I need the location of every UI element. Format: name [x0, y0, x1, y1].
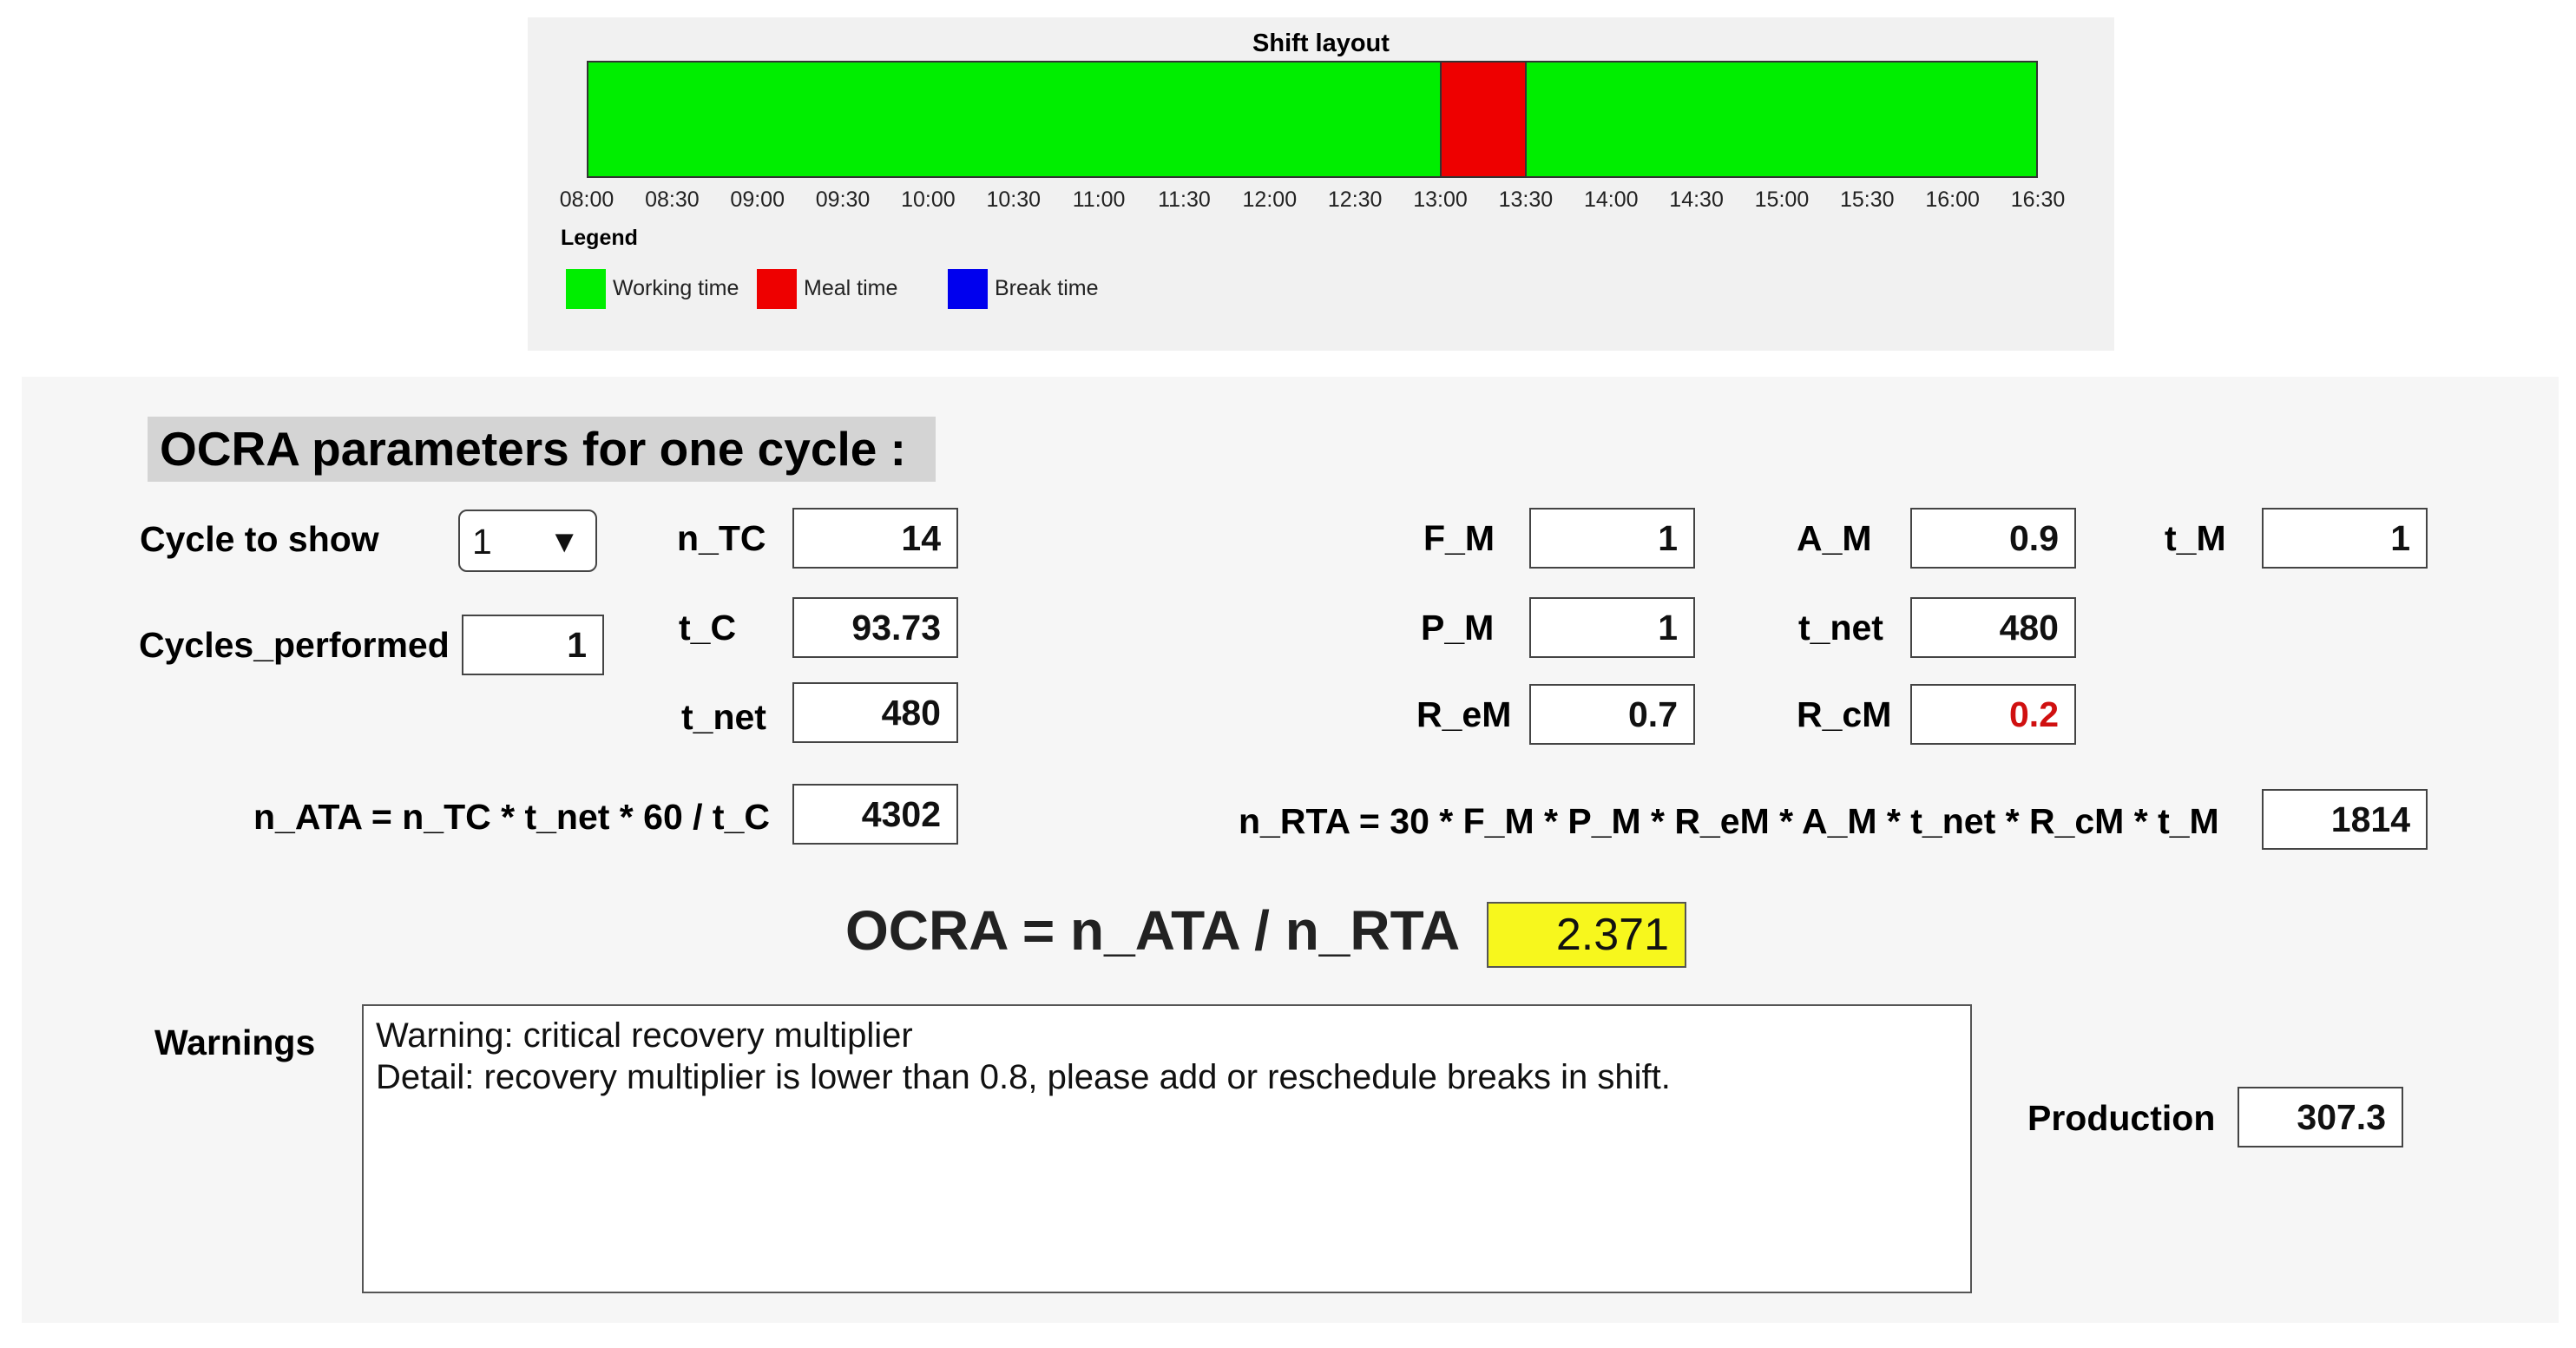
timeline-tick-label: 08:30: [645, 187, 700, 212]
timeline-tick-label: 13:30: [1498, 187, 1554, 212]
n-rta-formula: n_RTA = 30 * F_M * P_M * R_eM * A_M * t_…: [1239, 801, 2219, 841]
timeline-tick-label: 10:30: [986, 187, 1042, 212]
timeline-tick-label: 15:00: [1754, 187, 1810, 212]
timeline-segment-working: [1525, 62, 2036, 176]
timeline-tick-label: 11:30: [1158, 187, 1211, 212]
cycle-to-show-dropdown[interactable]: 1 ▼: [458, 510, 597, 572]
cycle-to-show-value: 1: [472, 522, 492, 562]
t-c-label: t_C: [679, 608, 737, 648]
dropdown-arrow-icon: ▼: [549, 523, 580, 559]
ocra-formula: OCRA = n_ATA / n_RTA: [845, 899, 1461, 962]
n-ata-field[interactable]: 4302: [792, 784, 958, 845]
timeline-tick-label: 15:30: [1840, 187, 1895, 212]
timeline-tick-label: 09:00: [730, 187, 785, 212]
warnings-label: Warnings: [154, 1023, 316, 1062]
timeline-tick-label: 16:30: [2010, 187, 2066, 212]
t-c-field[interactable]: 93.73: [792, 597, 958, 658]
f-m-label: F_M: [1423, 518, 1495, 558]
warnings-textarea[interactable]: Warning: critical recovery multiplier De…: [362, 1004, 1972, 1293]
warning-line: Warning: critical recovery multiplier: [376, 1016, 913, 1055]
timeline-tick-label: 09:30: [815, 187, 871, 212]
shift-layout-title: Shift layout: [1252, 30, 1390, 57]
a-m-field[interactable]: 0.9: [1910, 508, 2076, 569]
t-net-right-field[interactable]: 480: [1910, 597, 2076, 658]
p-m-field[interactable]: 1: [1529, 597, 1695, 658]
shift-layout-panel: Shift layout 08:00 08:30 09:00 09:30 10:00 10…: [528, 17, 2114, 351]
warning-detail-line: Detail: recovery multiplier is lower tha…: [376, 1058, 1671, 1096]
timeline-tick-label: 14:00: [1583, 187, 1639, 212]
timeline-tick-label: 13:00: [1413, 187, 1468, 212]
section-title: OCRA parameters for one cycle :: [148, 417, 936, 482]
t-net-field[interactable]: 480: [792, 682, 958, 743]
timeline-tick-label: 14:30: [1669, 187, 1724, 212]
timeline-tick-label: 12:30: [1327, 187, 1383, 212]
timeline-tick-label: 11:00: [1072, 187, 1126, 212]
n-tc-label: n_TC: [677, 518, 766, 558]
legend-swatch-meal: [757, 269, 797, 309]
t-net-label: t_net: [681, 697, 766, 737]
r-cm-field[interactable]: 0.2: [1910, 684, 2076, 745]
legend-label-break: Break time: [995, 276, 1099, 300]
n-rta-field[interactable]: 1814: [2262, 789, 2428, 850]
t-net-right-label: t_net: [1798, 608, 1883, 648]
r-em-label: R_eM: [1416, 694, 1512, 734]
timeline-tick-label: 16:00: [1925, 187, 1980, 212]
cycles-performed-label: Cycles_performed: [139, 625, 450, 665]
t-m-field[interactable]: 1: [2262, 508, 2428, 569]
timeline-segment-meal: [1440, 62, 1528, 176]
legend-label-working: Working time: [613, 276, 739, 300]
legend-title: Legend: [561, 226, 638, 250]
shift-timeline: [587, 61, 2038, 178]
r-em-field[interactable]: 0.7: [1529, 684, 1695, 745]
timeline-tick-label: 12:00: [1242, 187, 1298, 212]
legend-swatch-break: [948, 269, 988, 309]
p-m-label: P_M: [1421, 608, 1495, 648]
timeline-tick-label: 08:00: [559, 187, 614, 212]
f-m-field[interactable]: 1: [1529, 508, 1695, 569]
legend-swatch-working: [566, 269, 606, 309]
n-ata-formula: n_ATA = n_TC * t_net * 60 / t_C: [253, 797, 771, 837]
timeline-tick-label: 10:00: [901, 187, 956, 212]
cycle-to-show-label: Cycle to show: [140, 519, 379, 559]
cycles-performed-field[interactable]: 1: [462, 615, 604, 675]
ocra-value-field[interactable]: 2.371: [1487, 902, 1686, 968]
timeline-segment-working: [588, 62, 1441, 176]
n-tc-field[interactable]: 14: [792, 508, 958, 569]
t-m-label: t_M: [2165, 518, 2226, 558]
a-m-label: A_M: [1797, 518, 1872, 558]
production-field[interactable]: 307.3: [2238, 1087, 2403, 1147]
r-cm-label: R_cM: [1797, 694, 1892, 734]
production-label: Production: [2027, 1098, 2216, 1138]
legend-label-meal: Meal time: [804, 276, 898, 300]
